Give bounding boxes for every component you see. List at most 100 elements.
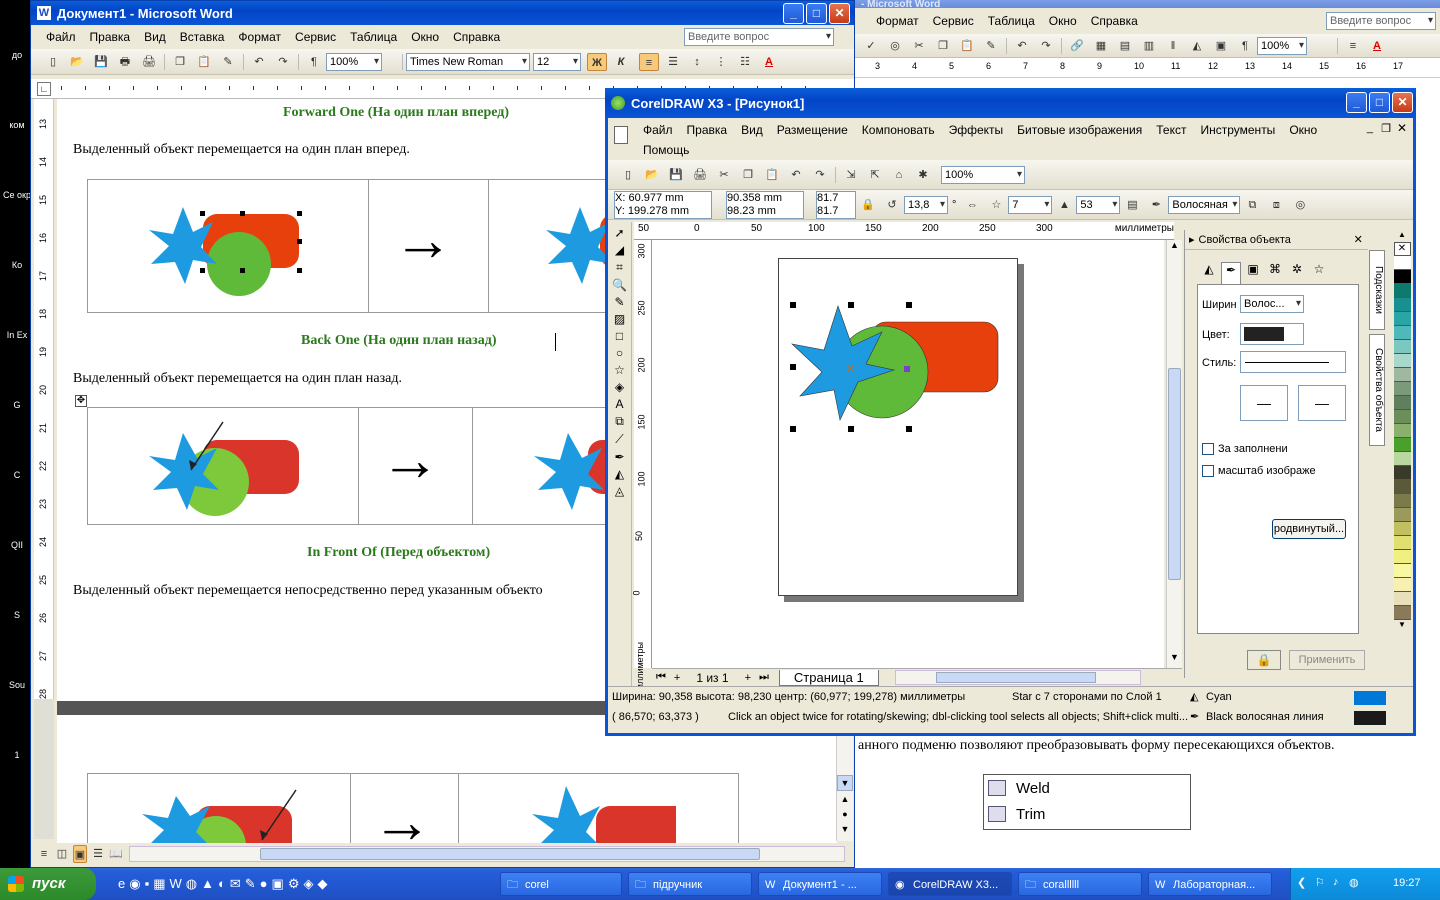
shape-tool-icon[interactable]: ◢ — [615, 243, 624, 257]
menu-item-insert[interactable]: Вставка — [173, 30, 232, 44]
rotate-icon[interactable]: ↺ — [882, 196, 902, 214]
desktop-icon-label[interactable]: Ко — [2, 260, 32, 270]
minimize-icon[interactable]: _ — [1346, 92, 1367, 113]
research-icon[interactable]: ◎ — [885, 37, 905, 55]
menu-item-help[interactable]: Справка — [1084, 14, 1145, 28]
format-painter-icon[interactable]: ✎ — [981, 37, 1001, 55]
color-swatch[interactable] — [1393, 368, 1411, 382]
task-word-doc[interactable]: W Документ1 - ... — [758, 872, 882, 896]
insert-table-icon[interactable]: ▤ — [1115, 37, 1135, 55]
outline-tab-icon[interactable]: ✒ — [1221, 262, 1241, 284]
menu-item-format[interactable]: Формат — [869, 14, 926, 28]
tray-network-icon[interactable]: ◍ — [1349, 876, 1359, 889]
bullets-icon[interactable]: ☷ — [735, 53, 755, 71]
mirror-icon[interactable]: ⇔ — [962, 196, 982, 214]
color-swatch[interactable] — [1393, 424, 1411, 438]
line-spacing-icon[interactable]: ↕ — [687, 53, 707, 71]
italic-button[interactable]: К — [611, 53, 631, 71]
color-swatch[interactable] — [1393, 480, 1411, 494]
page-tab[interactable]: Страница 1 — [778, 669, 879, 686]
menu-item-help[interactable]: Справка — [446, 30, 507, 44]
ellipse-tool-icon[interactable]: ○ — [616, 346, 623, 360]
media-icon[interactable]: ◐ — [218, 876, 226, 892]
color-swatch[interactable] — [1393, 382, 1411, 396]
drive-icon[interactable]: ▲ — [201, 876, 214, 892]
color-swatch[interactable] — [1393, 438, 1411, 452]
crop-tool-icon[interactable]: ⌗ — [616, 260, 623, 275]
menu-item-service[interactable]: Сервис — [926, 14, 981, 28]
y-position-field[interactable]: Y: 199.278 mm — [615, 205, 711, 218]
desktop-icon-label[interactable]: до — [2, 50, 32, 60]
task-lab-doc[interactable]: W Лабораторная... — [1148, 872, 1272, 896]
drawing-canvas[interactable]: ✕ — [652, 240, 1164, 668]
color-swatch[interactable] — [1393, 564, 1411, 578]
outline-tool-icon[interactable]: ✒ — [614, 450, 624, 464]
menu-item-edit[interactable]: Правка — [680, 120, 735, 140]
paste-icon[interactable]: 📋 — [957, 37, 977, 55]
scroll-thumb[interactable] — [260, 848, 760, 860]
export-icon[interactable]: ⇱ — [865, 166, 885, 184]
paste-icon[interactable]: 📋 — [194, 53, 214, 71]
doc-minimize-icon[interactable]: _ — [1367, 122, 1373, 134]
color-swatch[interactable] — [1393, 452, 1411, 466]
menu-item-file[interactable]: Файл — [39, 30, 83, 44]
color-swatch[interactable] — [1393, 298, 1411, 312]
horizontal-scrollbar[interactable] — [129, 846, 845, 862]
drawing-icon[interactable]: ◭ — [1187, 37, 1207, 55]
text-tool-icon[interactable]: A — [615, 397, 623, 411]
desktop-icon-label[interactable]: ком — [2, 120, 32, 130]
color-swatch[interactable] — [1393, 284, 1411, 298]
print-icon[interactable]: 🖨 — [690, 166, 710, 184]
select-browse-icon[interactable]: ● — [837, 809, 853, 823]
zoom-select[interactable]: 100% — [1257, 36, 1307, 55]
list-item[interactable]: Weld — [1016, 780, 1050, 797]
zoom-tool-icon[interactable]: 🔍 — [612, 278, 627, 292]
color-swatch[interactable] — [1393, 270, 1411, 284]
chat-icon[interactable]: ✉ — [230, 876, 241, 892]
pick-tool-icon[interactable]: ➚ — [614, 226, 624, 240]
internet-tab-icon[interactable]: ✲ — [1287, 262, 1307, 284]
menu-item-text[interactable]: Текст — [1149, 120, 1193, 140]
help-search-input[interactable]: Введите вопрос — [1326, 12, 1436, 30]
undo-icon[interactable]: ↶ — [1012, 37, 1032, 55]
cut-icon[interactable]: ✂ — [909, 37, 929, 55]
tool-icon[interactable]: ⚙ — [288, 876, 300, 892]
fill-tool-icon[interactable]: ◭ — [615, 467, 624, 481]
behind-fill-checkbox[interactable]: За заполнени — [1202, 443, 1288, 455]
menu-item-arrange[interactable]: Размещение — [770, 120, 855, 140]
desktop-icon-label[interactable]: Sou — [2, 680, 32, 690]
table-move-handle-icon[interactable]: ✥ — [75, 395, 87, 407]
desktop-icon-label[interactable]: 1 — [2, 750, 32, 760]
color-swatch[interactable] — [1393, 494, 1411, 508]
undo-icon[interactable]: ↶ — [249, 53, 269, 71]
menu-item-service[interactable]: Сервис — [288, 30, 343, 44]
color-swatch[interactable] — [1393, 592, 1411, 606]
justify-icon[interactable]: ≡ — [1343, 37, 1363, 55]
paint-icon[interactable]: ✎ — [245, 876, 256, 892]
add-page-icon[interactable]: + — [674, 672, 680, 684]
palette-scroll-down-icon[interactable]: ▼ — [1398, 620, 1406, 632]
menu-item-window[interactable]: Окно — [1282, 120, 1324, 140]
permission-icon[interactable]: 🖶 — [115, 53, 135, 71]
task-corel-folder[interactable]: 🗀 corel — [500, 872, 622, 896]
undo-icon[interactable]: ↶ — [786, 166, 806, 184]
font-color-icon[interactable]: A — [1367, 37, 1387, 55]
menu-item-view[interactable]: Вид — [734, 120, 770, 140]
menu-item-view[interactable]: Вид — [137, 30, 173, 44]
star-points-field[interactable]: 7 — [1008, 195, 1053, 214]
zoom-select[interactable]: 100% — [941, 165, 1025, 184]
color-swatch[interactable] — [1393, 410, 1411, 424]
start-arrow-dropdown[interactable]: — — [1240, 385, 1288, 421]
doc-close-icon[interactable]: ✕ — [1397, 121, 1407, 135]
cut-icon[interactable]: ✂ — [714, 166, 734, 184]
prev-page-icon[interactable]: ▲ — [837, 794, 853, 808]
redo-icon[interactable]: ↷ — [1036, 37, 1056, 55]
desktop-icon-label[interactable]: QII — [2, 540, 32, 550]
hyperlink-icon[interactable]: 🔗 — [1067, 37, 1087, 55]
justify-icon[interactable]: ☰ — [663, 53, 683, 71]
menu-item-layout[interactable]: Компоновать — [855, 120, 942, 140]
width-field[interactable]: 90.358 mm — [727, 192, 803, 205]
welcome-icon[interactable]: ✱ — [913, 166, 933, 184]
scroll-down-icon[interactable]: ▼ — [1167, 652, 1182, 666]
color-swatch[interactable] — [1393, 606, 1411, 620]
